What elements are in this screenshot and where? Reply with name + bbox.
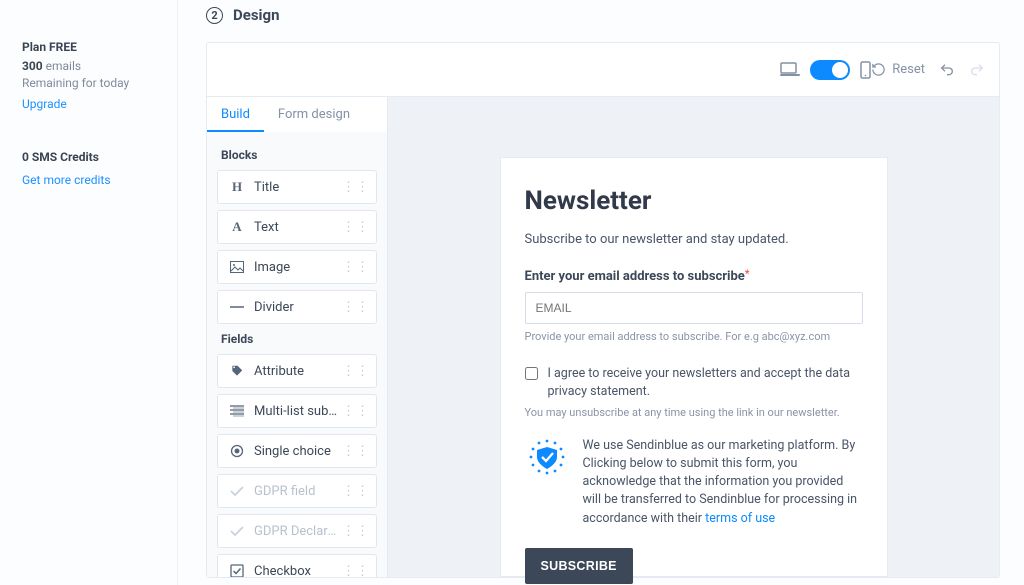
drag-handle-icon[interactable]: ⋮⋮ <box>342 449 370 454</box>
section-header: 2 Design <box>206 0 1004 42</box>
drag-handle-icon[interactable]: ⋮⋮ <box>342 265 370 270</box>
image-icon <box>228 261 246 273</box>
more-credits-link[interactable]: Get more credits <box>22 173 111 187</box>
email-input[interactable] <box>525 292 863 324</box>
account-sidebar: Plan FREE 300 emails Remaining for today… <box>0 0 178 585</box>
fields-section-label: Fields <box>221 332 373 346</box>
consent-text: I agree to receive your newsletters and … <box>548 365 863 400</box>
checkbox-icon <box>228 564 246 577</box>
main-content: 2 Design Reset <box>178 0 1024 585</box>
device-switcher <box>780 60 871 80</box>
drag-handle-icon[interactable]: ⋮⋮ <box>342 305 370 310</box>
drag-handle-icon[interactable]: ⋮⋮ <box>342 185 370 190</box>
step-number-icon: 2 <box>206 7 223 24</box>
field-gdpr-declaration[interactable]: GDPR Declarati... ⋮⋮ <box>217 514 377 548</box>
drag-handle-icon[interactable]: ⋮⋮ <box>342 225 370 230</box>
field-gdpr-field[interactable]: GDPR field ⋮⋮ <box>217 474 377 508</box>
undo-button[interactable] <box>939 62 955 78</box>
tab-form-design[interactable]: Form design <box>264 97 364 132</box>
block-text[interactable]: A Text ⋮⋮ <box>217 210 377 244</box>
email-label: Enter your email address to subscribe* <box>525 269 863 284</box>
preview-canvas: Newsletter Subscribe to our newsletter a… <box>388 97 999 577</box>
panel-tabs: Build Form design <box>207 97 387 132</box>
subscribe-button[interactable]: SUBSCRIBE <box>525 548 633 584</box>
gdpr-badge-icon <box>525 437 569 481</box>
tag-icon <box>228 364 246 378</box>
terms-link[interactable]: terms of use <box>705 511 775 526</box>
redo-button[interactable] <box>969 62 985 78</box>
upgrade-link[interactable]: Upgrade <box>22 97 67 111</box>
consent-checkbox[interactable] <box>525 366 538 381</box>
section-title-text: Design <box>233 6 280 24</box>
sms-credits-title: 0 SMS Credits <box>22 150 163 164</box>
field-multilist[interactable]: Multi-list subsc... ⋮⋮ <box>217 394 377 428</box>
text-icon: A <box>228 219 246 235</box>
field-single-choice[interactable]: Single choice ⋮⋮ <box>217 434 377 468</box>
toolbar: Reset <box>207 43 999 97</box>
left-panel: Build Form design Blocks H Title ⋮⋮ A Te… <box>207 97 388 577</box>
field-attribute[interactable]: Attribute ⋮⋮ <box>217 354 377 388</box>
field-checkbox[interactable]: Checkbox ⋮⋮ <box>217 554 377 577</box>
email-help: Provide your email address to subscribe.… <box>525 330 863 343</box>
plan-remaining: Remaining for today <box>22 76 163 90</box>
form-heading: Newsletter <box>525 186 863 216</box>
drag-handle-icon[interactable]: ⋮⋮ <box>342 489 370 494</box>
check-icon <box>228 486 246 497</box>
block-title[interactable]: H Title ⋮⋮ <box>217 170 377 204</box>
gdpr-text: We use Sendinblue as our marketing platf… <box>583 437 863 528</box>
mobile-icon[interactable] <box>860 61 871 79</box>
tab-build[interactable]: Build <box>207 97 264 132</box>
consent-help: You may unsubscribe at any time using th… <box>525 406 863 419</box>
reset-button[interactable]: Reset <box>871 62 925 77</box>
editor-frame: Reset Build Form design Blocks <box>206 42 1000 578</box>
drag-handle-icon[interactable]: ⋮⋮ <box>342 409 370 414</box>
drag-handle-icon[interactable]: ⋮⋮ <box>342 529 370 534</box>
panel-scroll[interactable]: Blocks H Title ⋮⋮ A Text ⋮⋮ <box>207 132 387 577</box>
device-toggle[interactable] <box>810 60 850 80</box>
blocks-section-label: Blocks <box>221 148 373 162</box>
desktop-icon[interactable] <box>780 62 800 78</box>
plan-emails: 300 emails <box>22 59 163 73</box>
drag-handle-icon[interactable]: ⋮⋮ <box>342 569 370 574</box>
block-image[interactable]: Image ⋮⋮ <box>217 250 377 284</box>
list-icon <box>228 405 246 417</box>
form-subtitle: Subscribe to our newsletter and stay upd… <box>525 232 863 247</box>
plan-title: Plan FREE <box>22 40 163 54</box>
radio-icon <box>228 444 246 458</box>
form-preview: Newsletter Subscribe to our newsletter a… <box>500 157 888 577</box>
drag-handle-icon[interactable]: ⋮⋮ <box>342 369 370 374</box>
heading-icon: H <box>228 179 246 195</box>
divider-icon <box>228 306 246 308</box>
block-divider[interactable]: Divider ⋮⋮ <box>217 290 377 324</box>
check-icon <box>228 526 246 537</box>
